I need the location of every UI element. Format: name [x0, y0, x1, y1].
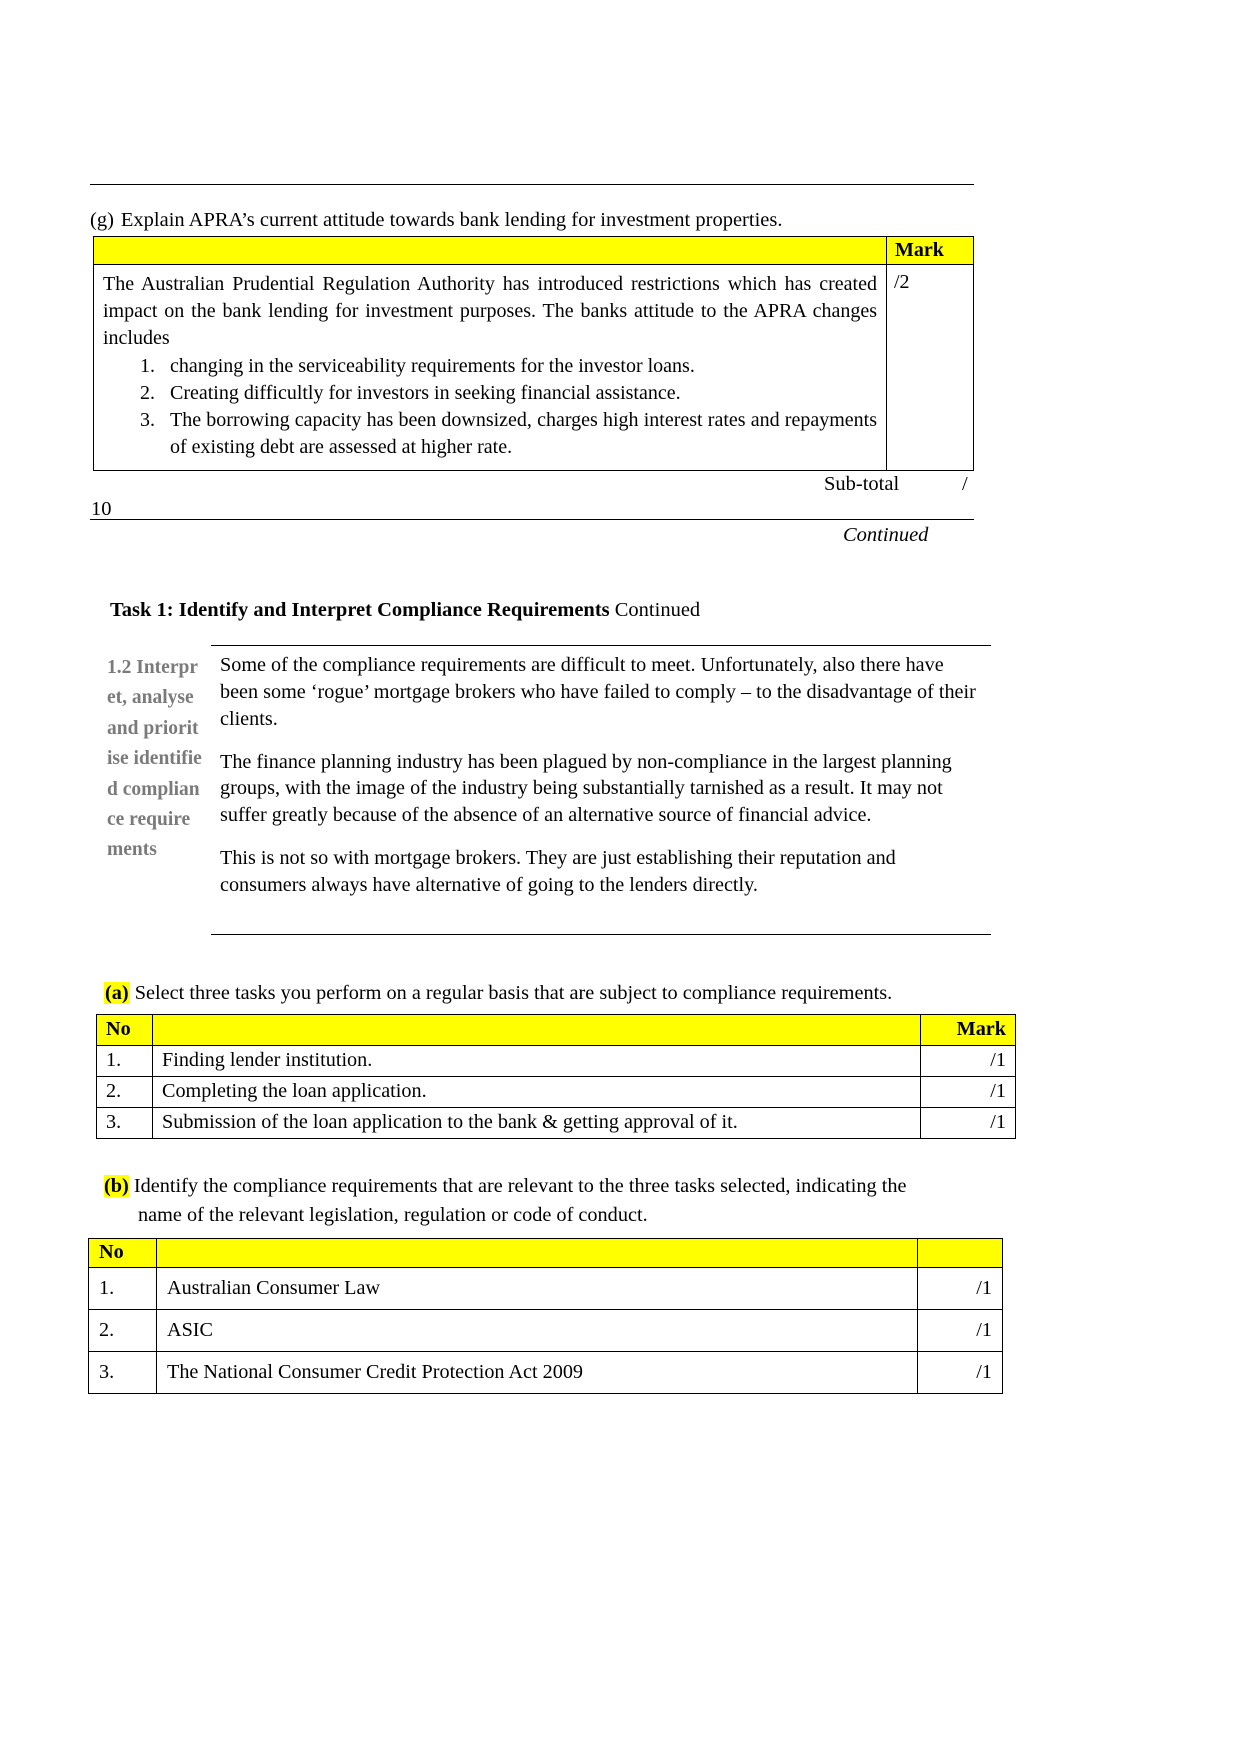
- question-a-row-mark[interactable]: /1: [920, 1045, 1016, 1077]
- table-row: 2. Completing the loan application. /1: [96, 1076, 1016, 1108]
- subtotal-value: 10: [91, 498, 112, 520]
- question-a-label: (a): [104, 982, 130, 1004]
- question-g-header-mark: Mark: [886, 236, 974, 265]
- question-g-header-blank: [93, 236, 887, 265]
- question-a-header-no: No: [96, 1014, 153, 1046]
- question-b-row-no: 1.: [88, 1267, 157, 1310]
- section-1-2-top-rule: [211, 645, 991, 646]
- question-b-row-mark[interactable]: /1: [917, 1351, 1003, 1394]
- question-b-row-mark[interactable]: /1: [917, 1309, 1003, 1352]
- question-a-row-mark[interactable]: /1: [920, 1107, 1016, 1139]
- question-b-row-no: 2.: [88, 1309, 157, 1352]
- question-g-prompt: (g) Explain APRA’s current attitude towar…: [90, 208, 990, 234]
- page-title: Task 1: Identify and Interpret Complianc…: [110, 599, 700, 622]
- section-1-2-bottom-rule: [211, 934, 991, 935]
- question-g-answer-cell[interactable]: The Australian Prudential Regulation Aut…: [93, 263, 887, 472]
- question-b-header-mark: [917, 1238, 1003, 1268]
- question-a-row-no: 2.: [96, 1076, 153, 1108]
- table-row: 1. Australian Consumer Law /1: [88, 1267, 1003, 1310]
- section-1-2-body: Some of the compliance requirements are …: [220, 652, 982, 899]
- table-row: The Australian Prudential Regulation Aut…: [93, 263, 974, 472]
- question-b-text-line2: name of the relevant legislation, regula…: [138, 1204, 648, 1227]
- question-a-prompt: (a) Select three tasks you perform on a …: [104, 982, 1024, 1005]
- table-header-row: No Mark: [96, 1014, 1016, 1046]
- table-header-row: Mark: [93, 236, 974, 265]
- question-b-text-line1: Identify the compliance requirements tha…: [133, 1175, 907, 1197]
- question-b-row-mark[interactable]: /1: [917, 1267, 1003, 1310]
- question-a-table: No Mark 1. Finding lender institution. /…: [96, 1014, 1016, 1139]
- question-a-header-mark: Mark: [920, 1014, 1016, 1046]
- question-a-row-mark[interactable]: /1: [920, 1076, 1016, 1108]
- question-b-prompt: (b) Identify the compliance requirements…: [104, 1172, 1024, 1231]
- header-rule: [90, 184, 974, 185]
- question-a-row-no: 3.: [96, 1107, 153, 1139]
- section-1-2-paragraph: The finance planning industry has been p…: [220, 750, 952, 827]
- list-item: Creating difficultly for investors in se…: [160, 380, 877, 407]
- section-1-2-paragraph: Some of the compliance requirements are …: [220, 654, 976, 730]
- question-a-row-text[interactable]: Submission of the loan application to th…: [152, 1107, 921, 1139]
- table-row: 3. Submission of the loan application to…: [96, 1107, 1016, 1139]
- subtotal-slash: /: [962, 473, 968, 495]
- list-item: The borrowing capacity has been downsize…: [160, 407, 877, 461]
- question-a-row-text[interactable]: Completing the loan application.: [152, 1076, 921, 1108]
- question-b-row-no: 3.: [88, 1351, 157, 1394]
- document-page: (g) Explain APRA’s current attitude towar…: [0, 0, 1241, 1754]
- question-g-answer-table: Mark The Australian Prudential Regulatio…: [93, 236, 974, 472]
- table-row: 2. ASIC /1: [88, 1309, 1003, 1352]
- question-a-row-text[interactable]: Finding lender institution.: [152, 1045, 921, 1077]
- question-g-text: Explain APRA’s current attitude towards …: [120, 209, 783, 231]
- subtotal-rule: [90, 519, 974, 520]
- question-b-table: No 1. Australian Consumer Law /1 2. ASIC…: [88, 1238, 1003, 1394]
- question-g-label: (g): [90, 209, 114, 231]
- table-row: 3. The National Consumer Credit Protecti…: [88, 1351, 1003, 1394]
- section-1-2-paragraph: This is not so with mortgage brokers. Th…: [220, 847, 896, 897]
- question-a-header-task: [152, 1014, 921, 1046]
- task-heading-suffix: Continued: [614, 599, 701, 621]
- subtotal-label: Sub-total: [824, 473, 900, 495]
- continued-marker: Continued: [843, 524, 929, 546]
- question-b-row-text[interactable]: ASIC: [156, 1309, 918, 1352]
- task-heading-title: Task 1: Identify and Interpret Complianc…: [110, 599, 610, 621]
- question-b-header-no: No: [88, 1238, 157, 1268]
- question-b-row-text[interactable]: The National Consumer Credit Protection …: [156, 1351, 918, 1394]
- section-1-2-side-label: 1.2 Interpret, analyse and prioritise id…: [107, 657, 202, 861]
- question-g-mark-cell[interactable]: /2: [886, 263, 974, 472]
- question-b-row-text[interactable]: Australian Consumer Law: [156, 1267, 918, 1310]
- list-item: changing in the serviceability requireme…: [160, 353, 877, 380]
- question-b-header-requirement: [156, 1238, 918, 1268]
- table-row: 1. Finding lender institution. /1: [96, 1045, 1016, 1077]
- question-a-text: Select three tasks you perform on a regu…: [134, 982, 893, 1004]
- table-header-row: No: [88, 1238, 1003, 1268]
- question-g-answer-intro: The Australian Prudential Regulation Aut…: [103, 273, 877, 350]
- question-b-label: (b): [104, 1175, 129, 1197]
- question-g-answer-list: changing in the serviceability requireme…: [103, 353, 877, 462]
- question-a-row-no: 1.: [96, 1045, 153, 1077]
